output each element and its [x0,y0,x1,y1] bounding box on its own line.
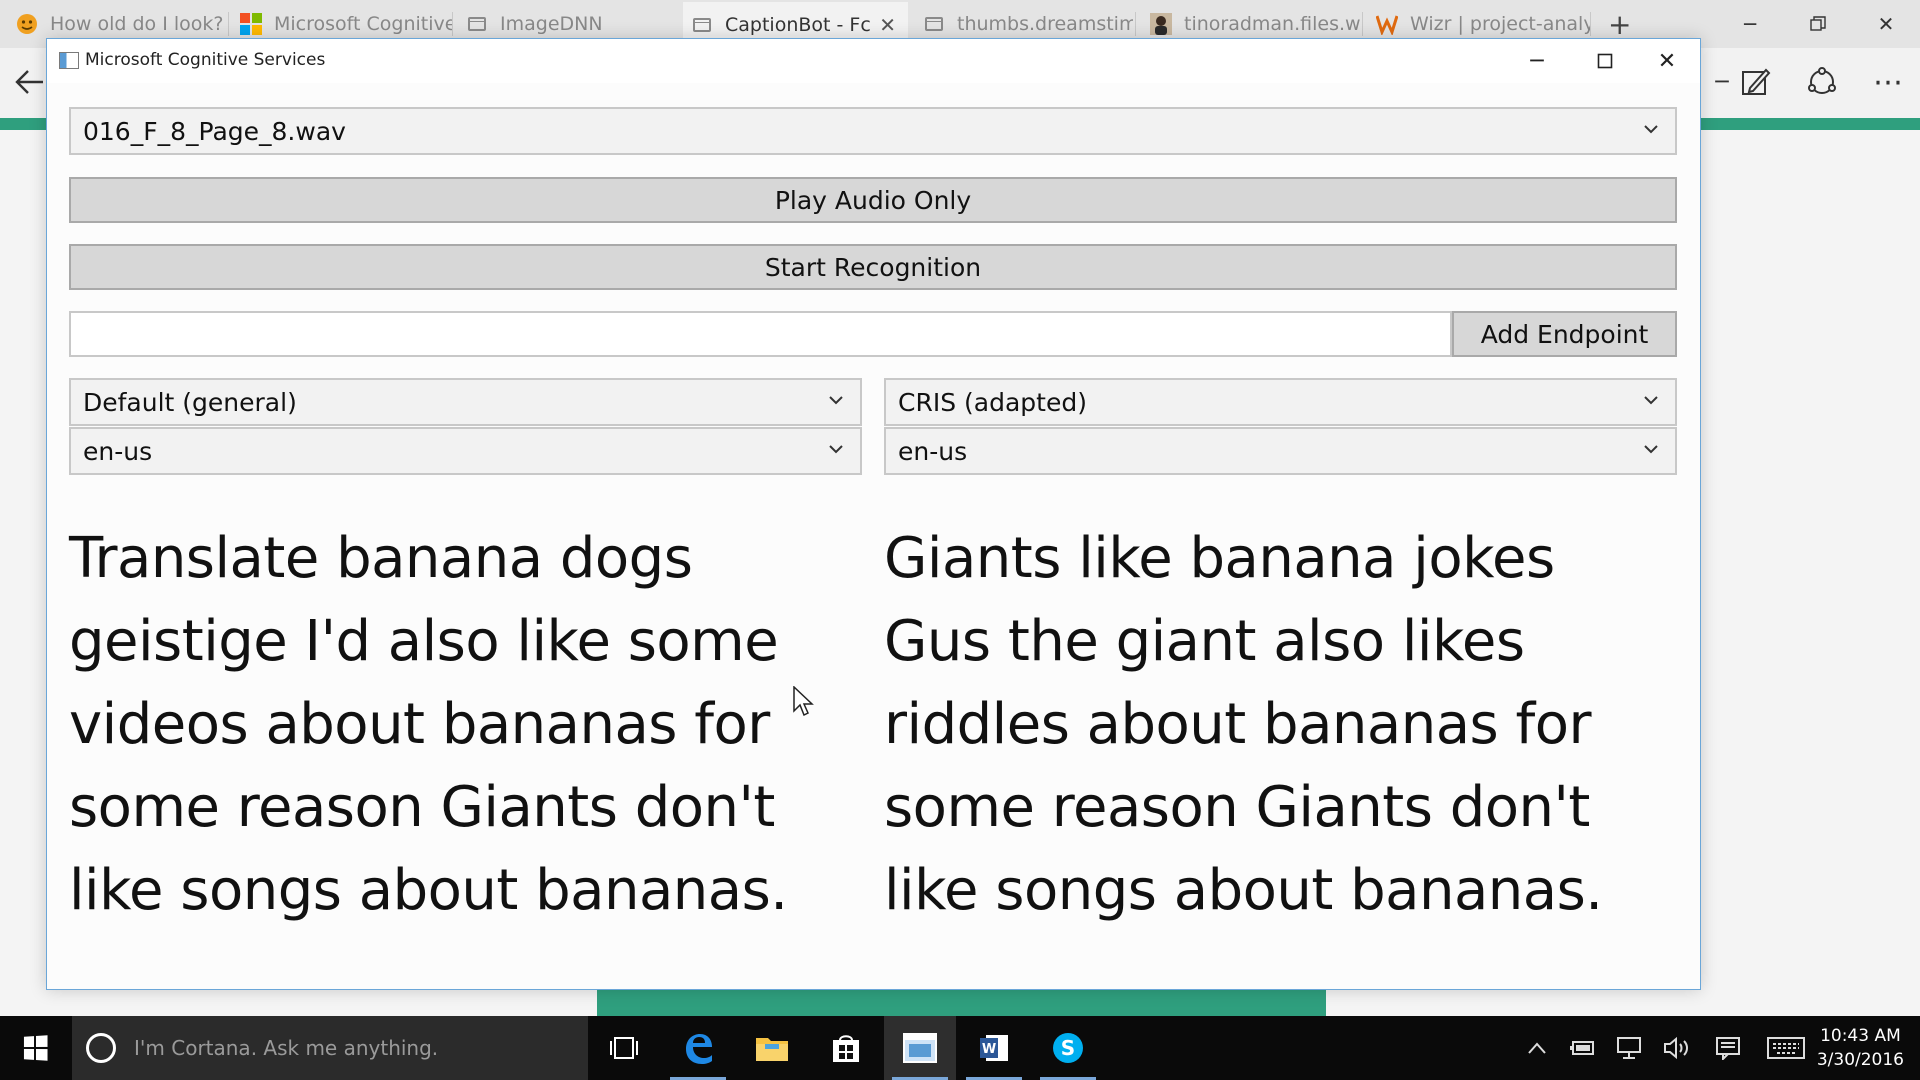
tab-tinoradman[interactable]: tinoradman.files.wc [1142,6,1360,42]
tab-microsoft-cognitive[interactable]: Microsoft Cognitive [232,6,452,42]
taskbar: I'm Cortana. Ask me anything. W S 10:43 … [0,1016,1920,1080]
app-title: Microsoft Cognitive Services [85,50,326,70]
endpoint-input[interactable] [69,311,1452,357]
wizr-logo-icon [1376,13,1398,35]
maximize-icon[interactable] [1571,39,1639,83]
store-icon [833,1035,859,1062]
tab-label: thumbs.dreamstime [957,13,1133,35]
start-button[interactable] [0,1016,70,1080]
network-icon[interactable] [1615,1034,1645,1062]
play-audio-button[interactable]: Play Audio Only [69,177,1677,223]
audio-file-value: 016_F_8_Page_8.wav [83,116,346,146]
taskbar-skype[interactable]: S [1032,1016,1104,1080]
page-content-strip [597,990,1326,1016]
left-model-select[interactable]: Default (general) [69,378,862,426]
close-icon[interactable]: ✕ [1633,39,1701,83]
volume-icon[interactable] [1662,1034,1692,1062]
tab-imagednn[interactable]: ImageDNN [458,6,680,42]
taskbar-cognitive-services-app[interactable] [884,1016,956,1080]
tab-label: ImageDNN [500,13,603,35]
app-titlebar: Microsoft Cognitive Services ─ ✕ [47,39,1700,83]
chevron-down-icon [1644,396,1658,405]
folder-icon [756,1038,788,1061]
right-transcript: Giants like banana jokes Gus the giant a… [884,526,1603,923]
mouse-cursor-icon [793,685,815,722]
share-icon[interactable] [1800,60,1844,104]
left-transcript: Translate banana dogs geistige I'd also … [69,526,788,923]
action-center-icon[interactable] [1713,1034,1743,1062]
clock-time: 10:43 AM [1820,1026,1901,1046]
chevron-down-icon [829,396,843,405]
battery-icon[interactable] [1568,1034,1598,1062]
plus-icon: + [1608,7,1632,41]
right-locale-value: en-us [898,436,968,466]
browser-window-controls: ─ ✕ [1716,0,1920,48]
tab-separator [1135,12,1136,36]
app-icon [59,52,79,69]
person-icon [1150,13,1172,35]
windows-logo-icon [23,1035,48,1061]
taskbar-store[interactable] [810,1016,882,1080]
web-note-icon[interactable] [1734,60,1778,104]
close-icon[interactable]: ✕ [1852,0,1920,48]
left-locale-select[interactable]: en-us [69,427,862,475]
restore-icon[interactable] [1784,0,1852,48]
clock[interactable]: 10:43 AM 3/30/2016 [1817,1024,1904,1072]
page-icon [466,13,488,35]
cortana-icon [86,1033,116,1063]
taskbar-edge[interactable] [662,1016,734,1080]
new-tab-button[interactable]: + [1600,6,1652,42]
left-model-value: Default (general) [83,387,297,417]
tab-label: Wizr | project-analy [1410,13,1590,35]
close-tab-icon[interactable]: ✕ [879,13,896,37]
add-endpoint-button[interactable]: Add Endpoint [1452,311,1677,357]
minimize-icon[interactable]: ─ [1716,0,1784,48]
left-locale-value: en-us [83,436,153,466]
taskbar-file-explorer[interactable] [736,1016,808,1080]
tab-label: Microsoft Cognitive [274,13,452,35]
app-window: Microsoft Cognitive Services ─ ✕ 016_F_8… [46,38,1701,990]
chevron-up-icon[interactable] [1522,1034,1552,1062]
tab-separator [1362,12,1363,36]
right-model-value: CRIS (adapted) [898,387,1087,417]
cortana-search-box[interactable]: I'm Cortana. Ask me anything. [72,1016,588,1080]
audio-file-select[interactable]: 016_F_8_Page_8.wav [69,107,1677,155]
face-icon [16,13,38,35]
page-icon [923,13,945,35]
minimize-icon[interactable]: ─ [1503,39,1571,83]
skype-icon: S [1053,1033,1083,1063]
keyboard-icon[interactable] [1766,1034,1806,1062]
task-view-icon [610,1037,638,1059]
svg-text:W: W [982,1042,996,1057]
app-window-icon [903,1033,937,1063]
tab-separator [1590,12,1591,36]
cortana-placeholder: I'm Cortana. Ask me anything. [134,1036,439,1060]
tab-dreamstime[interactable]: thumbs.dreamstime [915,6,1133,42]
clock-date: 3/30/2016 [1816,1050,1904,1070]
chevron-down-icon [1644,125,1658,134]
tab-how-old[interactable]: How old do I look? [8,6,230,42]
chevron-down-icon [829,445,843,454]
right-model-select[interactable]: CRIS (adapted) [884,378,1677,426]
page-icon [691,14,713,36]
taskbar-word[interactable]: W [958,1016,1030,1080]
chevron-down-icon [1644,445,1658,454]
svg-text:S: S [1061,1036,1075,1060]
more-icon[interactable]: ⋯ [1866,60,1910,104]
microsoft-logo-icon [240,13,262,35]
edge-icon [686,1034,712,1064]
right-locale-select[interactable]: en-us [884,427,1677,475]
task-view-button[interactable] [588,1016,660,1080]
tab-separator [228,12,229,36]
tab-label: How old do I look? [50,13,224,35]
word-icon: W [980,1035,1008,1061]
tab-separator [452,12,453,36]
tab-label: CaptionBot - Fc [725,14,871,36]
tab-wizr[interactable]: Wizr | project-analy [1368,6,1590,42]
start-recognition-button[interactable]: Start Recognition [69,244,1677,290]
tab-label: tinoradman.files.wc [1184,13,1360,35]
